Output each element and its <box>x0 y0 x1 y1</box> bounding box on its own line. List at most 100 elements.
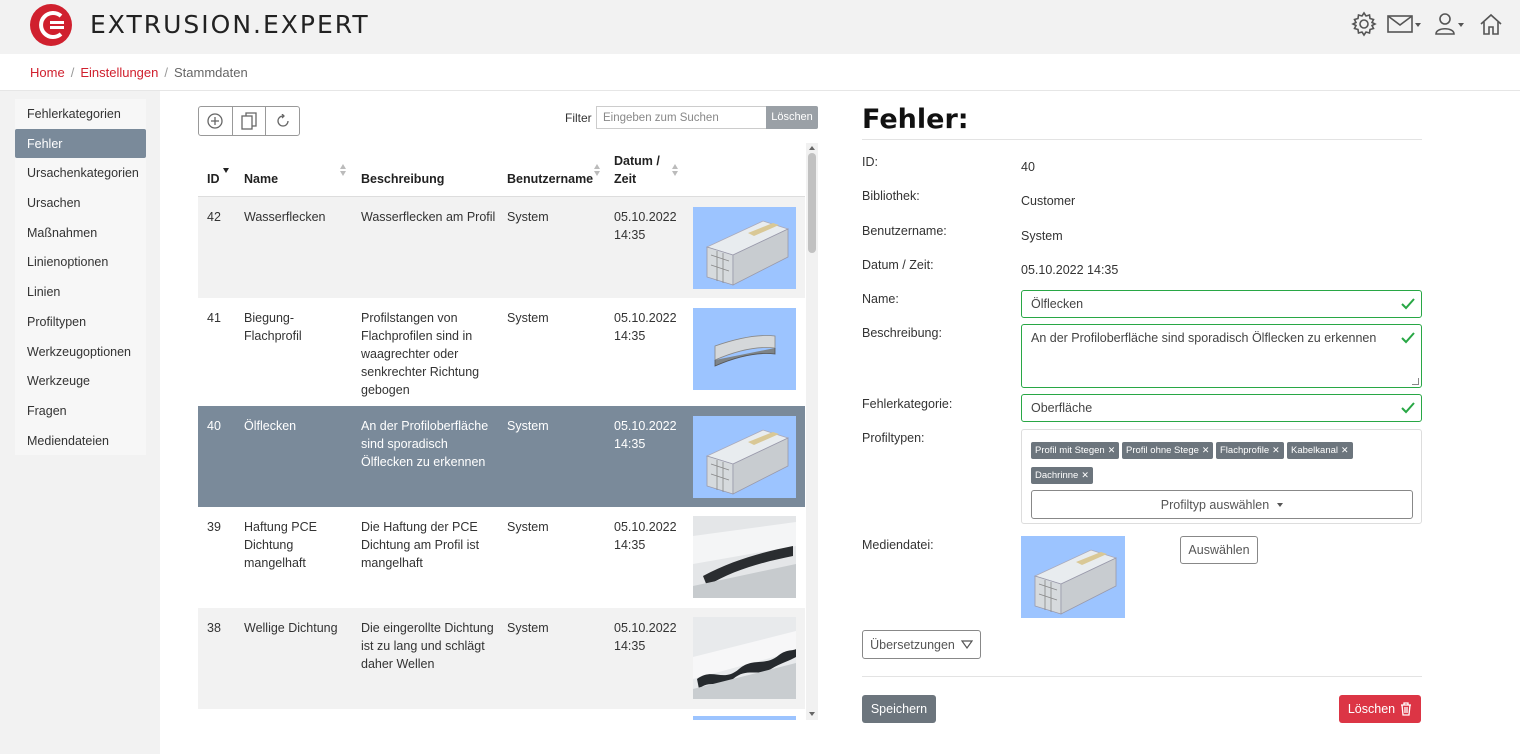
sidebar-item-mediendateien[interactable]: Mediendateien <box>15 426 146 456</box>
description-label: Beschreibung: <box>862 326 942 340</box>
refresh-button[interactable] <box>266 107 299 135</box>
filter-input[interactable] <box>596 106 766 129</box>
sidebar-item-linien[interactable]: Linien <box>15 277 146 307</box>
profile-type-tag[interactable]: Flachprofile ✕ <box>1216 442 1284 459</box>
scroll-down-arrow-icon[interactable] <box>809 712 815 716</box>
filter-clear-button[interactable]: Löschen <box>766 106 818 129</box>
profile-type-tag[interactable]: Profil ohne Stege ✕ <box>1122 442 1214 459</box>
cell-name: Ölflecken <box>244 417 296 435</box>
translations-button[interactable]: Übersetzungen <box>862 630 981 659</box>
cell-description: Profilstangen von Flachprofilen sind in wa… <box>361 309 479 399</box>
delete-button[interactable]: Löschen <box>1339 695 1421 723</box>
plus-circle-icon <box>207 113 223 129</box>
profile-image <box>705 429 790 495</box>
remove-tag-icon[interactable]: ✕ <box>1081 470 1089 480</box>
profile-types-label: Profiltypen: <box>862 431 925 445</box>
sidebar: Fehlerkategorien Fehler Ursachenkategori… <box>0 91 160 754</box>
column-header-description[interactable]: Beschreibung <box>361 170 444 188</box>
column-header-name[interactable]: Name <box>244 170 278 188</box>
cell-time-line: 14:35 <box>614 639 646 653</box>
breadcrumb-settings[interactable]: Einstellungen <box>80 65 158 80</box>
detail-title: Fehler: <box>862 104 969 135</box>
sidebar-item-fragen[interactable]: Fragen <box>15 396 146 426</box>
cell-description-line: Die eingerollte Dichtung <box>361 621 494 635</box>
top-bar: EXTRUSION.EXPERT <box>0 0 1520 54</box>
profile-image <box>714 335 776 367</box>
trash-icon <box>1401 702 1412 716</box>
cell-description-line: An der Profiloberfläche <box>361 419 489 433</box>
sort-icon[interactable] <box>594 164 601 176</box>
remove-tag-icon[interactable]: ✕ <box>1202 445 1210 455</box>
scrollbar-thumb[interactable] <box>808 153 816 253</box>
profile-image <box>693 516 796 598</box>
cell-time-line: 14:35 <box>614 228 646 242</box>
add-button[interactable] <box>199 107 233 135</box>
sidebar-item-werkzeuge[interactable]: Werkzeuge <box>15 366 146 396</box>
cell-description-line: sind sporadisch <box>361 437 448 451</box>
profile-image <box>1033 549 1118 615</box>
sort-icon[interactable] <box>340 164 347 176</box>
date-label: Datum / Zeit: <box>862 258 934 272</box>
sidebar-item-werkzeugoptionen[interactable]: Werkzeugoptionen <box>15 337 146 367</box>
mail-icon[interactable] <box>1387 10 1421 38</box>
column-header-date-line1[interactable]: Datum / <box>614 152 660 170</box>
cell-description-line: Die Haftung der PCE <box>361 520 478 534</box>
sidebar-item-fehlerkategorien[interactable]: Fehlerkategorien <box>15 99 146 129</box>
table-row[interactable]: 42 Wasserflecken Wasserflecken am Profil… <box>198 197 805 298</box>
profile-thumbnail <box>693 617 796 699</box>
breadcrumb-home[interactable]: Home <box>30 65 65 80</box>
tag-label: Profil ohne Stege <box>1126 445 1199 456</box>
cell-id: 39 <box>207 520 221 534</box>
description-textarea[interactable]: An der Profiloberfläche sind sporadisch … <box>1021 324 1422 388</box>
sidebar-item-massnahmen[interactable]: Maßnahmen <box>15 218 146 248</box>
save-button[interactable]: Speichern <box>862 695 936 723</box>
remove-tag-icon[interactable]: ✕ <box>1108 445 1116 455</box>
copy-button[interactable] <box>233 107 267 135</box>
column-header-date-line2[interactable]: Zeit <box>614 170 636 188</box>
table-row[interactable]: 39 Haftung PCE Dichtung mangelhaft Die Haf… <box>198 507 805 608</box>
scroll-up-arrow-icon[interactable] <box>809 146 815 150</box>
sidebar-item-ursachenkategorien[interactable]: Ursachenkategorien <box>15 158 146 188</box>
table-row[interactable]: 41 Biegung- Flachprofil Profilstangen von… <box>198 298 805 406</box>
sidebar-item-profiltypen[interactable]: Profiltypen <box>15 307 146 337</box>
sidebar-item-ursachen[interactable]: Ursachen <box>15 188 146 218</box>
company-logo[interactable] <box>30 4 72 46</box>
profile-type-dropdown-label: Profiltyp auswählen <box>1160 497 1270 512</box>
category-select[interactable]: Oberfläche <box>1021 394 1422 422</box>
cell-description-line: senkrechter Richtung <box>361 365 480 379</box>
user-icon[interactable] <box>1434 10 1464 38</box>
cell-date: 05.10.2022 14:35 <box>614 208 677 244</box>
cell-description-line: Profilstangen von <box>361 311 458 325</box>
divider <box>0 90 1520 91</box>
sidebar-item-fehler[interactable]: Fehler <box>15 128 146 159</box>
sort-icon[interactable] <box>672 164 679 176</box>
gear-icon[interactable] <box>1351 10 1377 38</box>
table-row-selected[interactable]: 40 Ölflecken An der Profiloberfläche sind… <box>198 406 805 507</box>
cell-date: 05.10.2022 14:35 <box>614 417 677 453</box>
home-icon[interactable] <box>1479 10 1503 38</box>
profile-type-tag[interactable]: Kabelkanal ✕ <box>1287 442 1353 459</box>
profile-type-tag[interactable]: Profil mit Stegen ✕ <box>1031 442 1120 459</box>
sidebar-item-linienoptionen[interactable]: Linienoptionen <box>15 247 146 277</box>
profile-type-dropdown[interactable]: Profiltyp auswählen <box>1031 490 1413 519</box>
cell-date: 05.10.2022 14:35 <box>614 309 677 345</box>
name-label: Name: <box>862 292 899 306</box>
remove-tag-icon[interactable]: ✕ <box>1272 445 1280 455</box>
sort-desc-icon[interactable] <box>223 165 230 177</box>
profile-type-tag[interactable]: Dachrinne ✕ <box>1031 467 1093 484</box>
select-media-button[interactable]: Auswählen <box>1180 536 1258 564</box>
profile-image <box>693 617 796 699</box>
cell-description-line: waagrechter oder <box>361 347 459 361</box>
cell-name-line: Wellige Dichtung <box>244 621 338 635</box>
resize-handle[interactable] <box>1412 378 1419 385</box>
breadcrumb-separator: / <box>70 65 75 80</box>
tag-label: Flachprofile <box>1220 445 1270 456</box>
cell-time-line: 14:35 <box>614 437 646 451</box>
column-header-username[interactable]: Benutzername <box>507 170 593 188</box>
table-row[interactable]: 38 Wellige Dichtung Die eingerollte Dich… <box>198 608 805 709</box>
name-input[interactable]: Ölflecken <box>1021 290 1422 318</box>
column-header-id[interactable]: ID <box>207 170 220 188</box>
library-value: Customer <box>1021 194 1076 208</box>
breadcrumb-current: Stammdaten <box>174 65 248 80</box>
remove-tag-icon[interactable]: ✕ <box>1341 445 1349 455</box>
